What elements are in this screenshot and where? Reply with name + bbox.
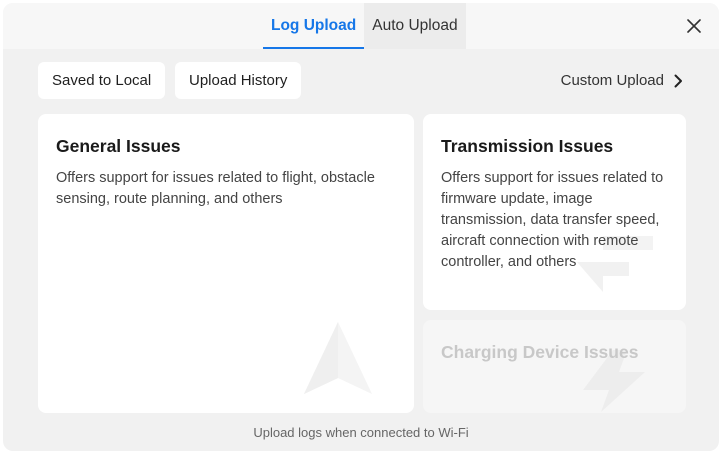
custom-upload-label: Custom Upload bbox=[560, 72, 664, 89]
tab-log-upload[interactable]: Log Upload bbox=[263, 3, 365, 49]
card-title: General Issues bbox=[56, 136, 181, 156]
close-icon bbox=[687, 19, 701, 33]
card-title: Charging Device Issues bbox=[441, 342, 639, 362]
arrow-navigation-icon bbox=[304, 322, 372, 394]
close-button[interactable] bbox=[683, 15, 705, 37]
transmission-issues-card[interactable]: Transmission Issues Offers support for i… bbox=[423, 114, 686, 310]
top-bar: Log Upload Auto Upload bbox=[3, 3, 719, 49]
log-upload-dialog: Log Upload Auto Upload Saved to Local Up… bbox=[3, 3, 719, 451]
card-title: Transmission Issues bbox=[441, 136, 614, 156]
upload-history-button[interactable]: Upload History bbox=[175, 62, 302, 99]
chevron-right-icon bbox=[674, 74, 682, 87]
custom-upload-link[interactable]: Custom Upload bbox=[561, 62, 683, 99]
card-description: Offers support for issues related to fli… bbox=[56, 170, 375, 207]
general-issues-card[interactable]: General Issues Offers support for issues… bbox=[38, 114, 414, 413]
card-description: Offers support for issues related to fir… bbox=[441, 170, 664, 270]
tab-bar: Log Upload Auto Upload bbox=[263, 3, 466, 49]
tab-auto-upload[interactable]: Auto Upload bbox=[364, 3, 466, 49]
saved-to-local-button[interactable]: Saved to Local bbox=[38, 62, 166, 99]
charging-device-issues-card: Charging Device Issues bbox=[423, 320, 686, 413]
wifi-upload-note: Upload logs when connected to Wi-Fi bbox=[253, 425, 469, 440]
